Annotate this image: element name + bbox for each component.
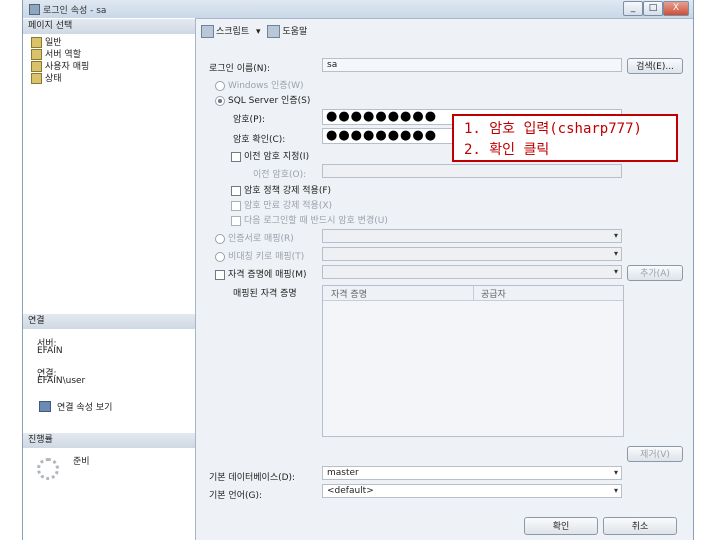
page-icon (31, 37, 42, 48)
progress-status: 준비 (73, 457, 90, 467)
login-name-field[interactable]: sa (322, 58, 622, 72)
certificate-label: 인증서로 매핑(R) (228, 234, 294, 244)
progress-header: 진행률 (23, 433, 195, 448)
default-database-label: 기본 데이터베이스(D): (209, 473, 296, 483)
close-button[interactable]: X (663, 1, 689, 16)
enforce-expiration-option[interactable]: 암호 만료 강제 적용(X) (231, 198, 332, 211)
page-icon (31, 49, 42, 60)
specify-old-password-option[interactable]: 이전 암호 지정(I) (231, 149, 309, 162)
enforce-policy-option[interactable]: 암호 정책 강제 적용(F) (231, 183, 331, 196)
chevron-down-icon: ▾ (613, 468, 618, 477)
default-database-value: master (327, 468, 359, 478)
instruction-callout: 1. 암호 입력(csharp777) 2. 확인 클릭 (452, 114, 678, 162)
certificate-radio[interactable] (215, 233, 225, 244)
asymmetric-key-dropdown[interactable]: ▾ (322, 247, 622, 261)
script-dropdown-icon[interactable]: ▾ (256, 27, 261, 37)
windows-auth-radio[interactable] (215, 80, 225, 91)
connection-header: 연결 (23, 314, 195, 329)
old-password-label: 이전 암호(O): (253, 170, 307, 180)
confirm-password-label: 암호 확인(C): (233, 135, 286, 145)
default-database-select[interactable]: master ▾ (322, 466, 622, 480)
default-language-select[interactable]: <default> ▾ (322, 484, 622, 498)
windows-auth-label: Windows 인증(W) (228, 81, 304, 91)
sql-auth-radio[interactable] (215, 95, 225, 106)
page-item-status[interactable]: 상태 (31, 73, 62, 84)
mapped-credentials-grid[interactable]: 자격 증명 공급자 (322, 285, 624, 437)
add-button[interactable]: 추가(A) (627, 265, 683, 281)
minimize-button[interactable]: _ (623, 1, 643, 16)
page-icon (31, 61, 42, 72)
must-change-option[interactable]: 다음 로그인할 때 반드시 암호 변경(U) (231, 213, 388, 226)
enforce-expiration-label: 암호 만료 강제 적용(X) (244, 201, 333, 211)
connection-properties-icon (39, 401, 51, 412)
title-bar: 로그인 속성 - sa _ □ X (23, 0, 693, 19)
page-item-user-mapping[interactable]: 사용자 매핑 (31, 61, 89, 72)
sql-auth-label: SQL Server 인증(S) (228, 96, 311, 106)
enforce-policy-label: 암호 정책 강제 적용(F) (244, 186, 332, 196)
help-button[interactable]: 도움말 (282, 27, 307, 37)
column-divider (473, 286, 474, 300)
select-page-header: 페이지 선택 (23, 19, 195, 34)
password-label: 암호(P): (233, 115, 266, 125)
page-icon (31, 73, 42, 84)
search-button[interactable]: 검색(E)... (627, 58, 683, 74)
windows-auth-option[interactable]: Windows 인증(W) (215, 78, 304, 91)
specify-old-password-label: 이전 암호 지정(I) (244, 152, 310, 162)
must-change-checkbox[interactable] (231, 215, 241, 226)
old-password-field[interactable] (322, 164, 622, 178)
grid-column-credential[interactable]: 자격 증명 (331, 287, 367, 300)
view-connection-properties-link[interactable]: 연결 속성 보기 (57, 400, 112, 413)
remove-button[interactable]: 제거(V) (627, 446, 683, 462)
asymmetric-key-option[interactable]: 비대칭 키로 매핑(T) (215, 249, 304, 262)
connection-value: EFAIN\user (37, 376, 86, 386)
ok-button[interactable]: 확인 (524, 517, 598, 535)
callout-line-1: 1. 암호 입력(csharp777) (464, 121, 642, 137)
chevron-down-icon: ▾ (613, 249, 618, 258)
credential-label: 자격 증명에 매핑(M) (228, 270, 307, 280)
page-item-server-roles[interactable]: 서버 역할 (31, 49, 81, 60)
callout-line-2: 2. 확인 클릭 (464, 142, 550, 158)
server-value: EFAIN (37, 346, 63, 356)
window-icon (29, 4, 40, 15)
certificate-dropdown[interactable]: ▾ (322, 229, 622, 243)
enforce-policy-checkbox[interactable] (231, 185, 241, 196)
maximize-button[interactable]: □ (643, 1, 663, 16)
must-change-label: 다음 로그인할 때 반드시 암호 변경(U) (244, 216, 388, 226)
certificate-option[interactable]: 인증서로 매핑(R) (215, 231, 294, 244)
chevron-down-icon: ▾ (613, 486, 618, 495)
default-language-value: <default> (327, 486, 374, 496)
login-name-label: 로그인 이름(N): (209, 64, 271, 74)
chevron-down-icon: ▾ (613, 267, 618, 276)
script-icon (201, 25, 214, 38)
page-label: 일반 (45, 38, 62, 48)
credential-option[interactable]: 자격 증명에 매핑(M) (215, 267, 306, 280)
mapped-credentials-label: 매핑된 자격 증명 (233, 289, 297, 299)
script-button[interactable]: 스크립트 (216, 27, 249, 37)
toolbar: 스크립트 ▾ 도움말 (201, 24, 501, 40)
grid-header: 자격 증명 공급자 (323, 286, 623, 301)
credential-dropdown[interactable]: ▾ (322, 265, 622, 279)
default-language-label: 기본 언어(G): (209, 491, 263, 501)
credential-checkbox[interactable] (215, 269, 225, 280)
asymmetric-key-radio[interactable] (215, 251, 225, 262)
sql-auth-option[interactable]: SQL Server 인증(S) (215, 93, 310, 106)
page-label: 상태 (45, 74, 62, 84)
page-item-general[interactable]: 일반 (31, 37, 62, 48)
cancel-button[interactable]: 취소 (603, 517, 677, 535)
enforce-expiration-checkbox[interactable] (231, 200, 241, 211)
grid-column-provider[interactable]: 공급자 (481, 287, 506, 300)
login-properties-window: 로그인 속성 - sa _ □ X 페이지 선택 일반 서버 역할 사용자 매핑… (22, 0, 694, 540)
progress-spinner-icon (37, 458, 59, 480)
specify-old-password-checkbox[interactable] (231, 151, 241, 162)
window-title: 로그인 속성 - sa (43, 6, 107, 16)
help-icon (267, 25, 281, 38)
page-label: 서버 역할 (45, 50, 81, 60)
chevron-down-icon: ▾ (613, 231, 618, 240)
asymmetric-key-label: 비대칭 키로 매핑(T) (228, 252, 305, 262)
page-label: 사용자 매핑 (45, 62, 90, 72)
